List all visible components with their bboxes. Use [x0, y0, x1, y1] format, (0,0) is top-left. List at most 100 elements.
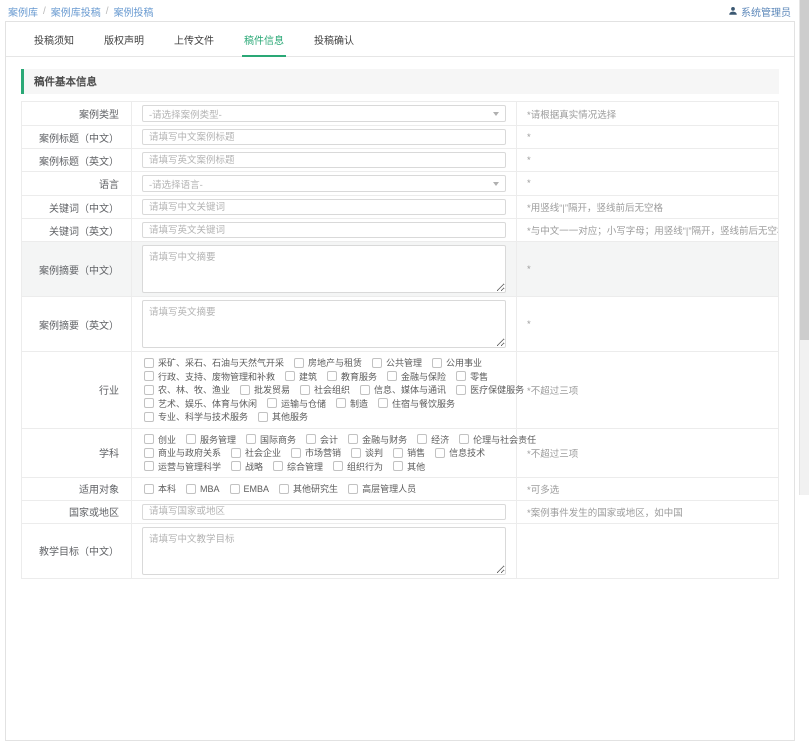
checkbox-option[interactable]: 高层管理人员 [348, 482, 416, 495]
abstract-en-textarea[interactable] [142, 300, 506, 348]
tab-manuscript-info[interactable]: 稿件信息 [242, 32, 286, 57]
checkbox-icon[interactable] [456, 371, 466, 381]
checkbox-icon[interactable] [144, 461, 154, 471]
checkbox-option[interactable]: 创业 [144, 433, 176, 446]
checkbox-icon[interactable] [294, 358, 304, 368]
abstract-zh-textarea[interactable] [142, 245, 506, 293]
checkbox-option[interactable]: 零售 [456, 370, 488, 383]
checkbox-icon[interactable] [327, 371, 337, 381]
checkbox-icon[interactable] [432, 358, 442, 368]
checkbox-option[interactable]: 运营与管理科学 [144, 460, 221, 473]
checkbox-icon[interactable] [230, 484, 240, 494]
checkbox-icon[interactable] [459, 434, 469, 444]
checkbox-icon[interactable] [231, 448, 241, 458]
checkbox-option[interactable]: 其他服务 [258, 410, 308, 423]
checkbox-icon[interactable] [348, 484, 358, 494]
checkbox-option[interactable]: 住宿与餐饮服务 [378, 397, 455, 410]
checkbox-icon[interactable] [351, 448, 361, 458]
checkbox-option[interactable]: 金融与财务 [348, 433, 407, 446]
checkbox-option[interactable]: 行政、支持、废物管理和补救 [144, 370, 275, 383]
checkbox-icon[interactable] [273, 461, 283, 471]
checkbox-icon[interactable] [291, 448, 301, 458]
checkbox-option[interactable]: 运输与仓储 [267, 397, 326, 410]
checkbox-icon[interactable] [231, 461, 241, 471]
checkbox-option[interactable]: 其他研究生 [279, 482, 338, 495]
tab-submission-notice[interactable]: 投稿须知 [32, 32, 76, 56]
checkbox-icon[interactable] [417, 434, 427, 444]
checkbox-icon[interactable] [435, 448, 445, 458]
checkbox-option[interactable]: 教育服务 [327, 370, 377, 383]
checkbox-option[interactable]: 制造 [336, 397, 368, 410]
case-title-zh-input[interactable] [142, 129, 506, 145]
breadcrumb-item-case-submission[interactable]: 案例投稿 [114, 4, 154, 19]
checkbox-icon[interactable] [144, 398, 154, 408]
checkbox-icon[interactable] [456, 385, 466, 395]
checkbox-option[interactable]: 战略 [231, 460, 263, 473]
checkbox-option[interactable]: 公用事业 [432, 356, 482, 369]
checkbox-icon[interactable] [144, 484, 154, 494]
checkbox-icon[interactable] [144, 371, 154, 381]
checkbox-option[interactable]: 房地产与租赁 [294, 356, 362, 369]
checkbox-icon[interactable] [300, 385, 310, 395]
checkbox-icon[interactable] [258, 412, 268, 422]
checkbox-icon[interactable] [279, 484, 289, 494]
checkbox-icon[interactable] [186, 434, 196, 444]
checkbox-icon[interactable] [336, 398, 346, 408]
checkbox-option[interactable]: 经济 [417, 433, 449, 446]
tab-upload-files[interactable]: 上传文件 [172, 32, 216, 56]
checkbox-icon[interactable] [246, 434, 256, 444]
checkbox-option[interactable]: 信息、媒体与通讯 [360, 383, 446, 396]
case-type-select[interactable]: -请选择案例类型- [142, 105, 506, 122]
checkbox-option[interactable]: 建筑 [285, 370, 317, 383]
teaching-objectives-zh-textarea[interactable] [142, 527, 506, 575]
checkbox-option[interactable]: 公共管理 [372, 356, 422, 369]
checkbox-option[interactable]: MBA [186, 484, 220, 494]
checkbox-option[interactable]: 采矿、采石、石油与天然气开采 [144, 356, 284, 369]
checkbox-icon[interactable] [144, 412, 154, 422]
keywords-zh-input[interactable] [142, 199, 506, 215]
checkbox-option[interactable]: 其他 [393, 460, 425, 473]
checkbox-icon[interactable] [393, 448, 403, 458]
checkbox-icon[interactable] [186, 484, 196, 494]
checkbox-option[interactable]: 市场营销 [291, 446, 341, 459]
checkbox-option[interactable]: 农、林、牧、渔业 [144, 383, 230, 396]
scrollbar-thumb[interactable] [800, 0, 809, 340]
checkbox-icon[interactable] [387, 371, 397, 381]
checkbox-icon[interactable] [144, 448, 154, 458]
checkbox-option[interactable]: 信息技术 [435, 446, 485, 459]
checkbox-option[interactable]: 会计 [306, 433, 338, 446]
checkbox-option[interactable]: 批发贸易 [240, 383, 290, 396]
checkbox-icon[interactable] [267, 398, 277, 408]
case-title-en-input[interactable] [142, 152, 506, 168]
checkbox-icon[interactable] [144, 358, 154, 368]
breadcrumb-item-case-library[interactable]: 案例库 [8, 4, 38, 19]
checkbox-option[interactable]: 社会组织 [300, 383, 350, 396]
checkbox-icon[interactable] [333, 461, 343, 471]
user-chip[interactable]: 系统管理员 [728, 4, 791, 19]
checkbox-option[interactable]: 商业与政府关系 [144, 446, 221, 459]
checkbox-icon[interactable] [285, 371, 295, 381]
checkbox-option[interactable]: 金融与保险 [387, 370, 446, 383]
checkbox-option[interactable]: 销售 [393, 446, 425, 459]
checkbox-option[interactable]: 组织行为 [333, 460, 383, 473]
checkbox-option[interactable]: 社会企业 [231, 446, 281, 459]
checkbox-option[interactable]: 服务管理 [186, 433, 236, 446]
checkbox-option[interactable]: 本科 [144, 482, 176, 495]
keywords-en-input[interactable] [142, 222, 506, 238]
checkbox-icon[interactable] [144, 434, 154, 444]
checkbox-icon[interactable] [393, 461, 403, 471]
checkbox-option[interactable]: 国际商务 [246, 433, 296, 446]
scrollbar[interactable] [799, 0, 809, 495]
checkbox-option[interactable]: 专业、科学与技术服务 [144, 410, 248, 423]
checkbox-icon[interactable] [372, 358, 382, 368]
checkbox-icon[interactable] [144, 385, 154, 395]
checkbox-option[interactable]: 艺术、娱乐、体育与休闲 [144, 397, 257, 410]
checkbox-option[interactable]: 医疗保健服务 [456, 383, 524, 396]
language-select[interactable]: -请选择语言- [142, 175, 506, 192]
tab-submission-confirmation[interactable]: 投稿确认 [312, 32, 356, 56]
checkbox-icon[interactable] [306, 434, 316, 444]
checkbox-icon[interactable] [360, 385, 370, 395]
checkbox-icon[interactable] [378, 398, 388, 408]
tab-copyright-statement[interactable]: 版权声明 [102, 32, 146, 56]
checkbox-icon[interactable] [348, 434, 358, 444]
